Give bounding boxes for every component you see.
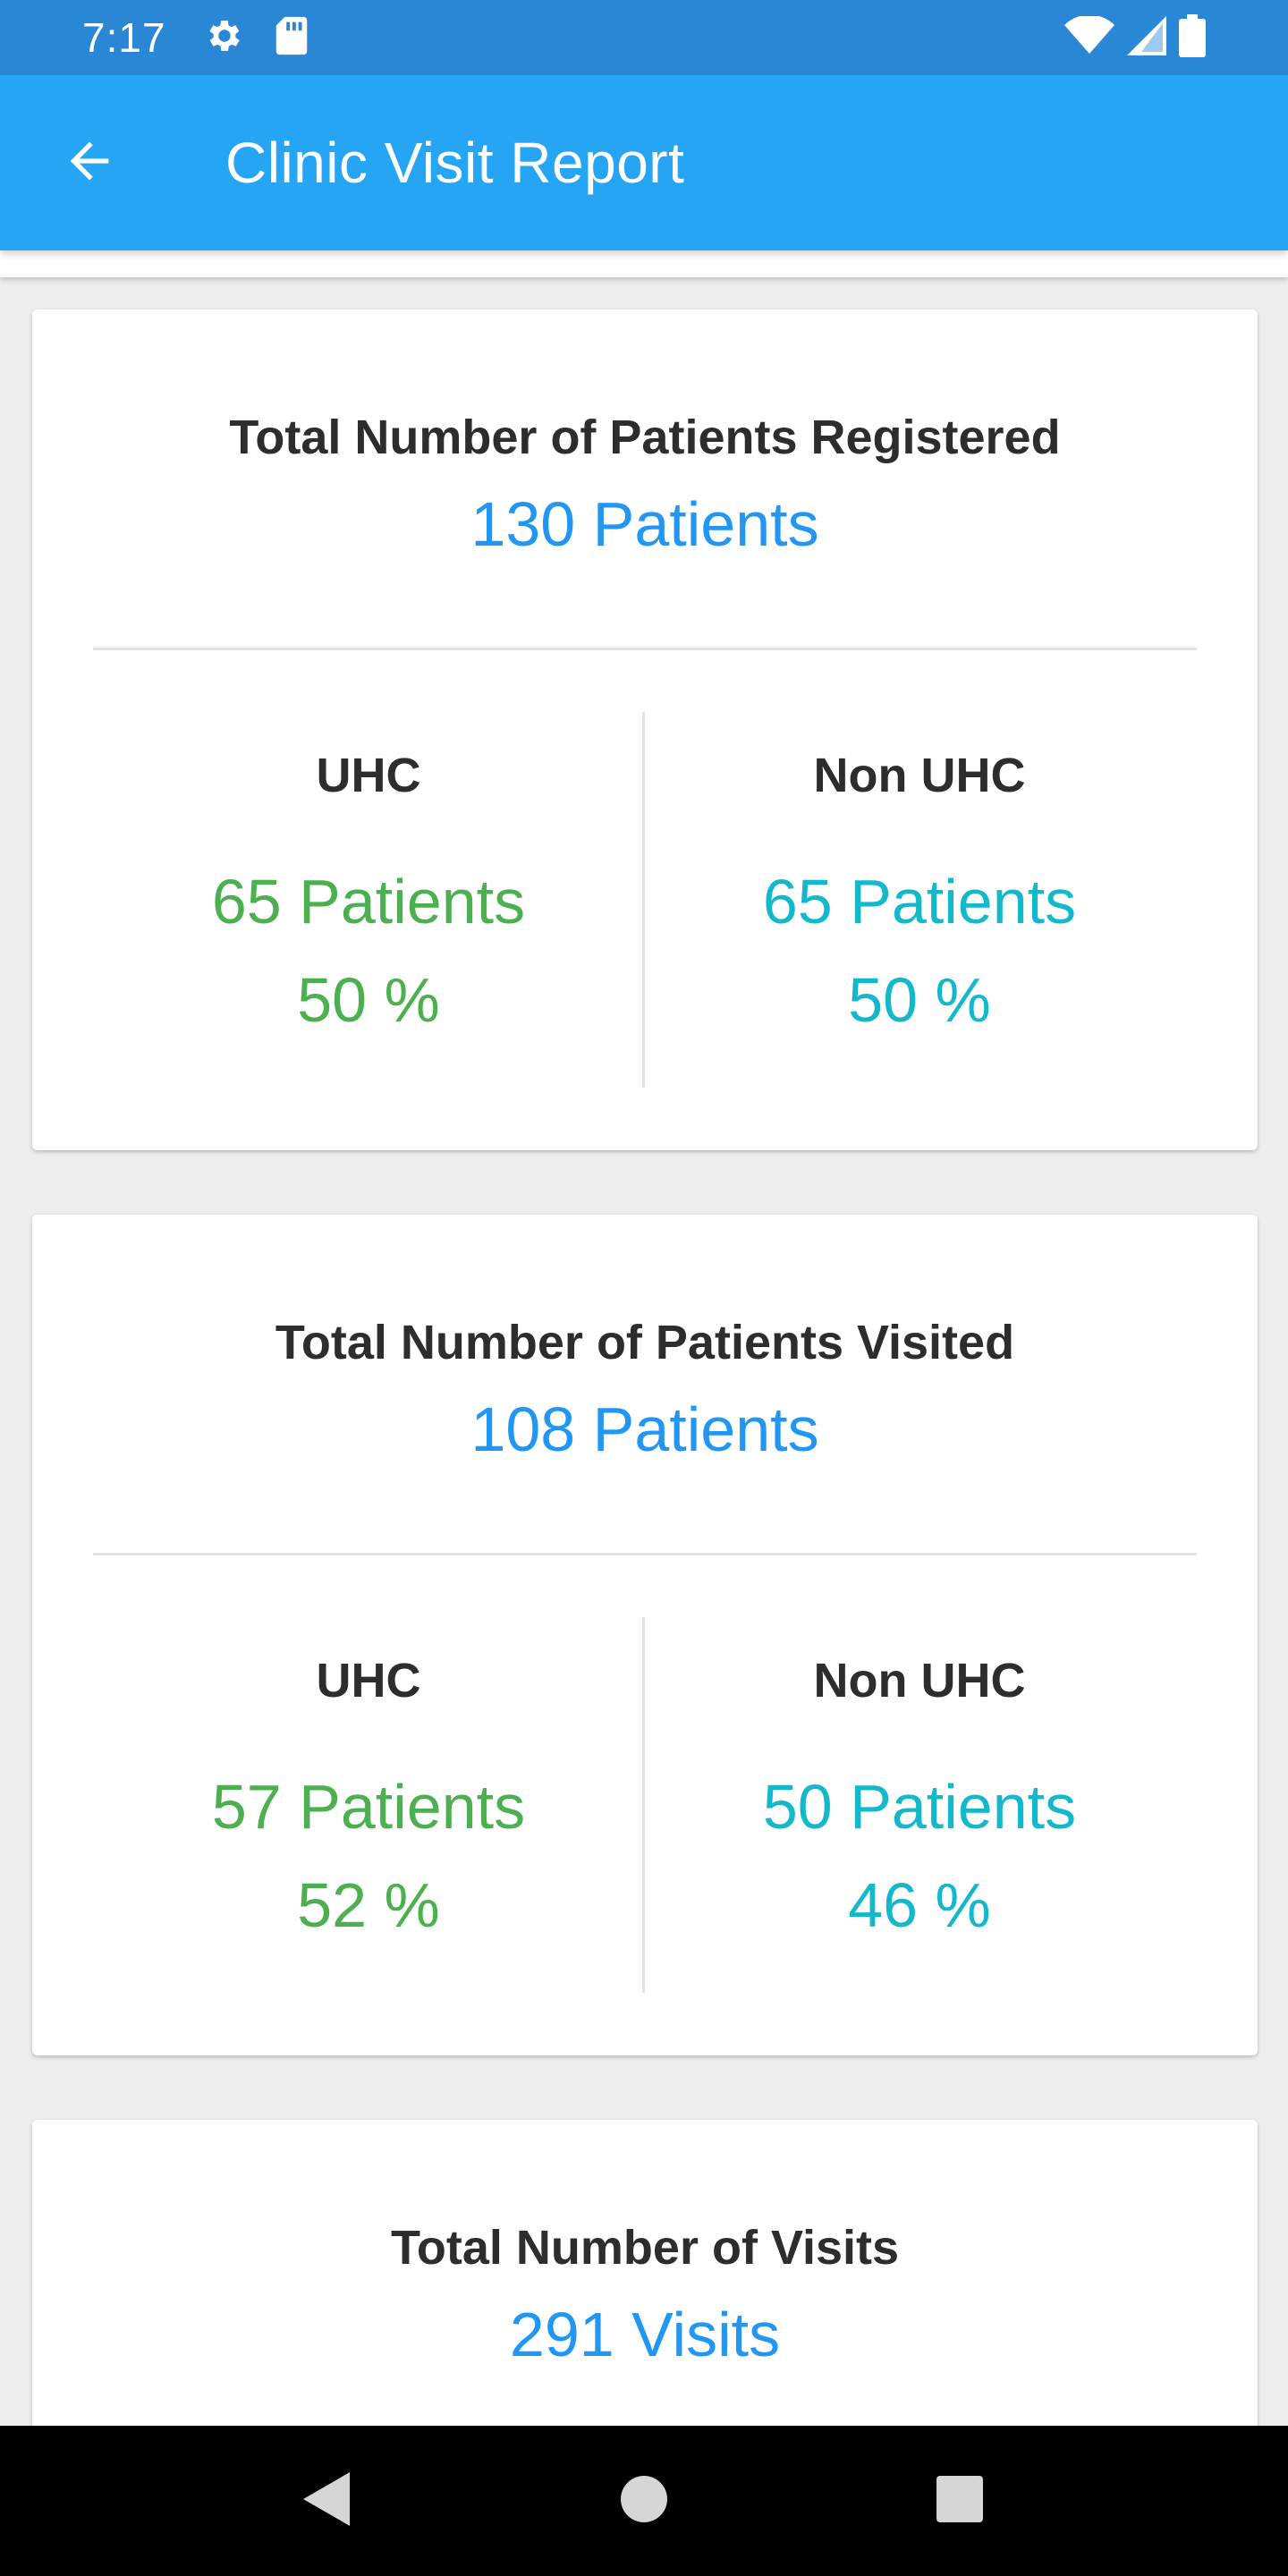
system-navigation-bar	[0, 2426, 1288, 2576]
non-uhc-percent: 46 %	[848, 1870, 991, 1940]
non-uhc-column: Non UHC 65 Patients 50 %	[651, 748, 1188, 1063]
card-title: Total Number of Patients Visited	[275, 1316, 1015, 1369]
sd-card-icon	[274, 15, 309, 61]
divider	[93, 1553, 1197, 1555]
non-uhc-percent: 50 %	[848, 965, 991, 1035]
uhc-percent: 50 %	[297, 965, 440, 1035]
back-button[interactable]	[47, 120, 132, 206]
total-patients-registered: 130 Patients	[470, 489, 819, 559]
app-bar: Clinic Visit Report	[0, 75, 1288, 250]
page-title: Clinic Visit Report	[225, 131, 685, 195]
scroll-edge	[0, 250, 1288, 277]
column-divider	[642, 712, 645, 1088]
non-uhc-label: Non UHC	[813, 1654, 1026, 1707]
arrow-back-icon	[61, 132, 118, 194]
patients-visited-card: Total Number of Patients Visited 108 Pat…	[32, 1215, 1258, 2055]
card-title: Total Number of Visits	[390, 2221, 900, 2275]
triangle-back-icon	[302, 2471, 353, 2530]
divider	[93, 648, 1197, 650]
uhc-count: 57 Patients	[211, 1772, 526, 1842]
square-recents-icon	[936, 2475, 984, 2527]
status-time: 7:17	[82, 14, 166, 61]
total-visits-card: Total Number of Visits 291 Visits	[32, 2120, 1258, 2426]
circle-home-icon	[620, 2475, 667, 2527]
nav-back-button[interactable]	[285, 2458, 371, 2544]
total-patients-visited: 108 Patients	[470, 1394, 819, 1464]
nav-home-button[interactable]	[601, 2458, 687, 2544]
uhc-column: UHC 65 Patients 50 %	[100, 748, 637, 1063]
settings-icon	[204, 15, 245, 61]
uhc-column: UHC 57 Patients 52 %	[100, 1653, 637, 1968]
non-uhc-count: 65 Patients	[762, 867, 1077, 936]
nav-recents-button[interactable]	[917, 2458, 1003, 2544]
battery-icon	[1179, 13, 1206, 62]
wifi-icon	[1064, 14, 1114, 60]
uhc-label: UHC	[316, 749, 421, 802]
uhc-count: 65 Patients	[211, 867, 526, 936]
non-uhc-label: Non UHC	[813, 749, 1026, 802]
uhc-percent: 52 %	[297, 1870, 440, 1940]
status-bar: 7:17	[0, 0, 1288, 75]
non-uhc-count: 50 Patients	[762, 1772, 1077, 1842]
non-uhc-column: Non UHC 50 Patients 46 %	[651, 1653, 1188, 1968]
total-visits: 291 Visits	[509, 2300, 781, 2369]
card-title: Total Number of Patients Registered	[229, 411, 1061, 464]
uhc-label: UHC	[316, 1654, 421, 1707]
report-content[interactable]: Total Number of Patients Registered 130 …	[0, 0, 1288, 2426]
cellular-signal-icon	[1127, 15, 1166, 60]
column-divider	[642, 1617, 645, 1993]
patients-registered-card: Total Number of Patients Registered 130 …	[32, 309, 1258, 1150]
